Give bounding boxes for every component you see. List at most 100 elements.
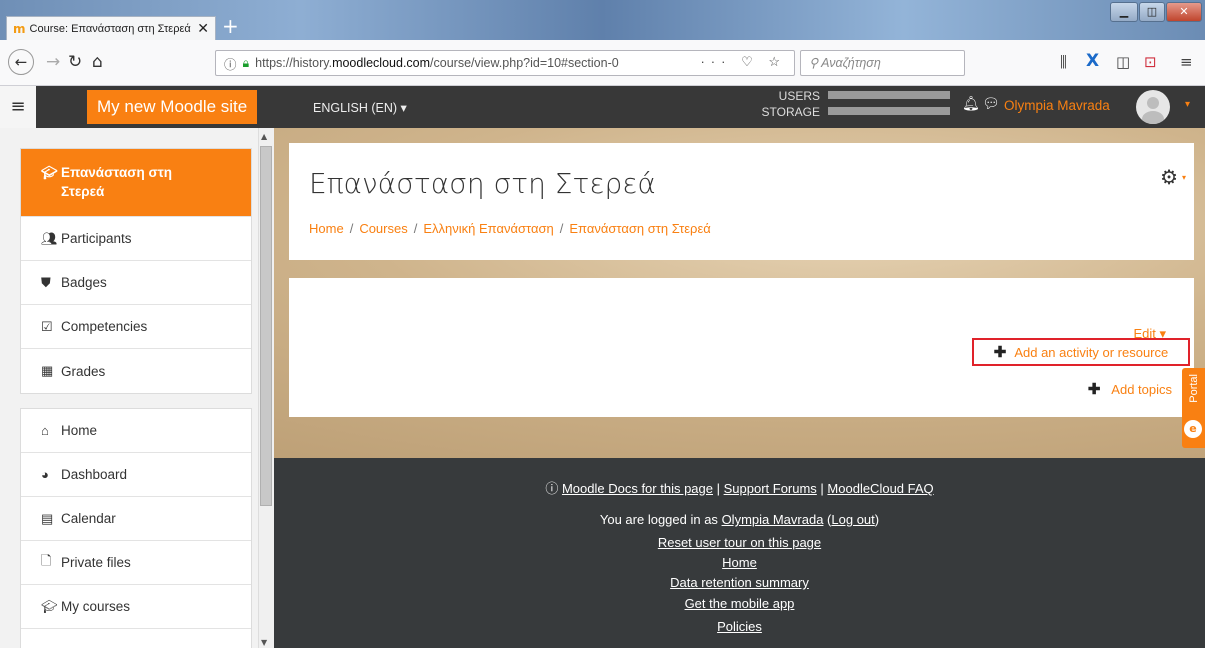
x-extension-icon[interactable]: X	[1086, 51, 1099, 71]
forums-link[interactable]: Support Forums	[724, 481, 817, 496]
nav-item-my-courses[interactable]: 🎓︎ My courses	[21, 585, 251, 629]
minimize-button[interactable]: ▁	[1110, 2, 1138, 22]
url-path: /course/view.php?id=10#section-0	[430, 56, 619, 70]
nav-item-label: Home	[61, 423, 98, 438]
page-actions-icon[interactable]: ··· ♡ ☆	[700, 54, 786, 70]
usage-labels: USERS STORAGE	[760, 88, 820, 120]
logged-in-prefix: You are logged in as	[599, 512, 718, 527]
add-activity-label: Add an activity or resource	[1014, 344, 1169, 360]
faq-link[interactable]: MoodleCloud FAQ	[827, 481, 933, 496]
nav-item-label: Επανάσταση στη Στερεά	[61, 165, 172, 199]
forward-icon[interactable]: →	[46, 52, 60, 72]
file-icon: 🗋︎	[41, 552, 52, 568]
portal-icon[interactable]: e	[1184, 420, 1202, 438]
message-icon[interactable]: 💬︎	[982, 96, 1000, 112]
nav-item-label: Calendar	[61, 511, 116, 526]
pocket-icon[interactable]: ⊡	[1144, 53, 1157, 71]
nav-item-participants[interactable]: 👥︎ Participants	[21, 217, 251, 261]
portal-label: Portal	[1188, 374, 1200, 403]
nav-item-course[interactable]: 🎓︎ Επανάσταση στη Στερεά	[21, 149, 251, 217]
gear-caret-icon[interactable]: ▾	[1182, 173, 1186, 182]
scroll-up-icon[interactable]: ▲	[261, 132, 267, 141]
breadcrumb-separator: /	[349, 221, 354, 236]
chevron-down-icon: ▾	[400, 101, 407, 115]
login-info: You are logged in as Olympia Mavrada (Lo…	[599, 512, 880, 527]
search-input[interactable]: ⚲ Αναζήτηση	[800, 50, 965, 76]
policies-link[interactable]: Policies	[717, 619, 762, 634]
nav-item-badges[interactable]: ⛊ Badges	[21, 261, 251, 305]
library-icon[interactable]: ⫼	[1060, 53, 1067, 71]
add-activity-button[interactable]: ✚ Add an activity or resource	[972, 338, 1190, 366]
address-bar[interactable]: ⓘ 🔒︎ https://history. moodlecloud.com/cou…	[215, 50, 795, 76]
user-menu-caret-icon[interactable]: ▾	[1185, 99, 1190, 110]
drawer-scrollbar-thumb[interactable]	[260, 146, 272, 506]
info-icon: ⓘ	[545, 481, 559, 496]
breadcrumb-home[interactable]: Home	[309, 221, 344, 236]
breadcrumb-category[interactable]: Ελληνική Επανάσταση	[423, 221, 553, 236]
nav-item-label: Competencies	[61, 319, 148, 334]
users-meter	[828, 91, 950, 99]
nav-item-label: Badges	[61, 275, 107, 290]
shield-icon: ⛊	[41, 274, 51, 290]
nav-item-more[interactable]	[21, 629, 251, 648]
breadcrumb-courses[interactable]: Courses	[359, 221, 407, 236]
drawer-toggle-button[interactable]: ≡	[0, 86, 36, 128]
dashboard-icon: ◕	[41, 467, 49, 482]
info-icon[interactable]: ⓘ	[224, 54, 237, 73]
nav-item-competencies[interactable]: ☑ Competencies	[21, 305, 251, 349]
course-nav-group: 🎓︎ Επανάσταση στη Στερεά 👥︎ Participants…	[20, 148, 252, 394]
add-topics-label: Add topics	[1111, 382, 1172, 397]
maximize-button[interactable]: ◫	[1139, 2, 1165, 22]
bell-icon[interactable]: 🔔︎	[962, 96, 980, 112]
window-titlebar: m Course: Επανάσταση στη Στερεά ✕ + ▁ ◫ …	[0, 0, 1205, 40]
mobile-app-link[interactable]: Get the mobile app	[685, 596, 795, 611]
nav-item-calendar[interactable]: ▤ Calendar	[21, 497, 251, 541]
user-name[interactable]: Olympia Mavrada	[1004, 98, 1110, 113]
add-topics-button[interactable]: ✚ Add topics	[1088, 380, 1172, 398]
tab-close-icon[interactable]: ✕	[197, 21, 209, 37]
nav-item-home[interactable]: ⌂ Home	[21, 409, 251, 453]
home-icon[interactable]: ⌂	[92, 52, 103, 72]
menu-icon[interactable]: ≡	[1180, 53, 1193, 71]
scroll-down-icon[interactable]: ▼	[261, 638, 267, 647]
data-retention-link[interactable]: Data retention summary	[670, 575, 809, 590]
breadcrumb-course[interactable]: Επανάσταση στη Στερεά	[569, 221, 710, 236]
close-window-button[interactable]: ✕	[1166, 2, 1202, 22]
plus-icon: ✚	[993, 344, 1007, 361]
table-icon: ▦	[41, 363, 54, 378]
graduation-cap-icon: 🎓︎	[41, 598, 58, 614]
users-icon: 👥︎	[41, 230, 58, 246]
course-content-card: Edit ▾ ✚ Add an activity or resource ✚ A…	[289, 278, 1194, 417]
sidebar-icon[interactable]: ◫	[1116, 53, 1130, 71]
language-menu[interactable]: ENGLISH (EN) ▾	[313, 100, 407, 115]
footer-home-link[interactable]: Home	[722, 555, 757, 570]
check-square-icon: ☑	[41, 318, 53, 334]
new-tab-icon[interactable]: +	[222, 14, 239, 38]
logout-link[interactable]: Log out	[831, 512, 874, 527]
nav-item-grades[interactable]: ▦ Grades	[21, 349, 251, 393]
logged-in-user-link[interactable]: Olympia Mavrada	[722, 512, 824, 527]
page-footer: ⓘ Moodle Docs for this page | Support Fo…	[274, 458, 1205, 648]
nav-item-dashboard[interactable]: ◕ Dashboard	[21, 453, 251, 497]
nav-drawer: 🎓︎ Επανάσταση στη Στερεά 👥︎ Participants…	[0, 128, 274, 648]
avatar[interactable]	[1136, 90, 1170, 124]
docs-link[interactable]: Moodle Docs for this page	[562, 481, 713, 496]
site-name-link[interactable]: My new Moodle site	[87, 90, 258, 124]
nav-item-private-files[interactable]: 🗋︎ Private files	[21, 541, 251, 585]
browser-navbar: ← → ↻ ⌂ ⓘ 🔒︎ https://history. moodlecloud…	[0, 40, 1205, 86]
url-prefix: https://history.	[255, 56, 333, 70]
reload-icon[interactable]: ↻	[68, 52, 82, 72]
reset-tour-link[interactable]: Reset user tour on this page	[658, 535, 821, 550]
moodle-header: ≡ My new Moodle site ENGLISH (EN) ▾ USER…	[0, 86, 1205, 128]
moodle-favicon-icon: m	[13, 21, 26, 36]
graduation-cap-icon: 🎓︎	[41, 165, 58, 180]
users-label: USERS	[778, 89, 820, 103]
back-icon[interactable]: ←	[8, 49, 34, 75]
gear-icon[interactable]: ⚙	[1160, 165, 1178, 189]
breadcrumb-separator: /	[413, 221, 418, 236]
nav-item-label: My courses	[61, 599, 131, 614]
nav-item-label: Private files	[61, 555, 131, 570]
storage-label: STORAGE	[761, 105, 820, 119]
browser-tab[interactable]: m Course: Επανάσταση στη Στερεά ✕	[6, 16, 216, 40]
url-host: moodlecloud.com	[332, 56, 431, 70]
